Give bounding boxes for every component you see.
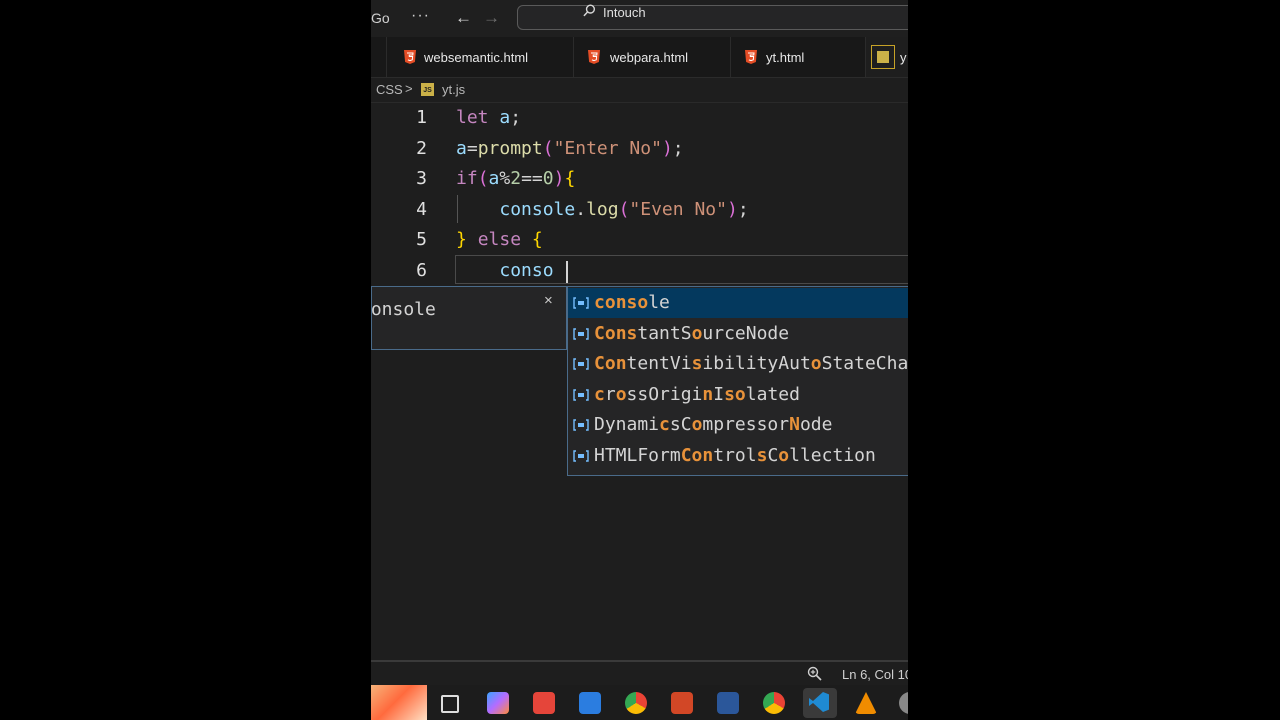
suggestion-item[interactable]: HTMLFormControlsCollection	[568, 441, 908, 471]
text-cursor	[566, 261, 568, 283]
suggestion-label: crossOriginIsolated	[594, 383, 800, 405]
js-file-icon	[871, 45, 895, 69]
suggestion-label: DynamicsCompressorNode	[594, 414, 833, 435]
code-line: let a;	[456, 107, 522, 128]
variable-icon	[573, 419, 589, 431]
variable-icon	[573, 449, 589, 462]
taskbar	[371, 685, 908, 720]
variable-icon	[573, 358, 589, 370]
close-icon[interactable]: ×	[544, 292, 553, 309]
app-icon[interactable]	[899, 692, 908, 714]
search-text: Intouch	[603, 5, 646, 20]
forward-arrow-icon[interactable]: →	[483, 8, 500, 28]
more-menu-icon[interactable]: ···	[411, 7, 430, 25]
command-center-search[interactable]	[517, 5, 908, 30]
vscode-taskbar-button[interactable]	[803, 688, 837, 718]
tab-yt-js[interactable]: y	[866, 37, 908, 77]
variable-icon	[573, 297, 589, 309]
suggestion-details-panel: console ×	[371, 286, 567, 350]
js-file-icon: JS	[421, 83, 434, 96]
fish-wallpaper	[371, 685, 427, 720]
task-view-icon[interactable]	[441, 695, 459, 713]
suggestion-item[interactable]: crossOriginIsolated	[568, 380, 908, 410]
tab-yt-html[interactable]: yt.html	[731, 37, 866, 77]
breadcrumb-folder[interactable]: CSS	[376, 82, 403, 97]
suggestion-item[interactable]: console	[568, 288, 908, 318]
suggestion-item[interactable]: ConstantSourceNode	[568, 319, 908, 349]
line-number: 3	[416, 168, 427, 189]
autocomplete-list: console ConstantSourceNode ContentVisibili…	[567, 286, 908, 476]
vlc-icon[interactable]	[855, 692, 877, 714]
html5-icon	[404, 50, 416, 64]
tab-label: webpara.html	[610, 50, 689, 65]
code-line: } else {	[456, 229, 543, 250]
suggestion-label: console	[594, 292, 670, 313]
anydesk-icon[interactable]	[533, 692, 555, 714]
cursor-position[interactable]: Ln 6, Col 10	[842, 667, 908, 682]
variable-icon	[573, 388, 589, 401]
suggestion-item[interactable]: DynamicsCompressorNode	[568, 410, 908, 440]
vscode-window: Go ··· ← → Intouch websemantic.html webp…	[371, 0, 908, 720]
line-number: 4	[416, 199, 427, 220]
line-number: 5	[416, 229, 427, 250]
zoom-icon[interactable]	[807, 666, 822, 681]
tab-label: yt.html	[766, 50, 805, 65]
code-line: console.log("Even No");	[499, 199, 749, 220]
html5-icon	[745, 50, 757, 64]
chrome-icon[interactable]	[763, 692, 785, 714]
code-line: a=prompt("Enter No");	[456, 138, 684, 159]
tab-webpara[interactable]: webpara.html	[574, 37, 731, 77]
snipping-icon[interactable]	[579, 692, 601, 714]
html5-icon	[588, 50, 600, 64]
powerpoint-icon[interactable]	[671, 692, 693, 714]
status-bar: Ln 6, Col 10	[371, 660, 908, 685]
tab-hidden[interactable]	[371, 37, 387, 77]
variable-icon	[573, 327, 589, 340]
details-label: console	[371, 299, 436, 320]
word-icon[interactable]	[717, 692, 739, 714]
line-number: 6	[416, 260, 427, 281]
tab-label: websemantic.html	[424, 50, 529, 65]
code-editor[interactable]: 1 2 3 4 5 6 let a; a=prompt("Enter No");…	[371, 103, 908, 288]
code-line: conso	[499, 260, 554, 281]
code-line: if(a%2==0){	[456, 168, 576, 189]
editor-tabs: websemantic.html webpara.html yt.html y	[371, 37, 908, 78]
suggestion-label: ContentVisibilityAutoStateChangeEvent	[594, 353, 908, 374]
breadcrumb-separator: >	[405, 81, 413, 96]
suggestion-item[interactable]: ContentVisibilityAutoStateChangeEvent	[568, 349, 908, 379]
suggestion-label: ConstantSourceNode	[594, 322, 790, 344]
back-arrow-icon[interactable]: ←	[455, 8, 472, 28]
chrome-icon[interactable]	[625, 692, 647, 714]
tab-websemantic[interactable]: websemantic.html	[387, 37, 574, 77]
copilot-icon[interactable]	[487, 692, 509, 714]
menu-go[interactable]: Go	[371, 10, 390, 26]
breadcrumb-file[interactable]: yt.js	[442, 82, 465, 97]
line-number: 2	[416, 138, 427, 159]
title-bar: Go ··· ← → Intouch	[371, 0, 908, 37]
breadcrumb: CSS > JS yt.js	[371, 78, 908, 103]
line-number: 1	[416, 107, 427, 128]
search-icon	[583, 4, 596, 17]
tab-label: y	[900, 50, 907, 65]
suggestion-label: HTMLFormControlsCollection	[594, 444, 876, 466]
